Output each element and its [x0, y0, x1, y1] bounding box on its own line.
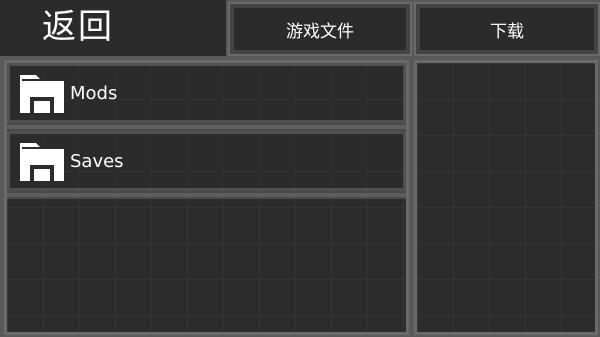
tab-game-files[interactable]: 游戏文件 [228, 2, 412, 56]
tab-download-label: 下载 [490, 21, 524, 42]
folder-label: Mods [70, 82, 118, 104]
folder-item-saves[interactable]: Saves [7, 131, 406, 191]
tab-game-files-label: 游戏文件 [286, 21, 354, 42]
back-button[interactable]: 返回 [0, 0, 226, 56]
file-list: Mods Saves [7, 63, 406, 199]
download-panel [414, 60, 598, 335]
back-label: 返回 [42, 7, 114, 47]
folder-item-mods[interactable]: Mods [7, 63, 406, 123]
folder-icon [20, 143, 64, 181]
file-list-panel: Mods Saves [4, 60, 409, 335]
folder-label: Saves [70, 150, 124, 172]
divider [7, 123, 406, 131]
app-root: 返回 游戏文件 下载 Mods Saves [0, 0, 600, 337]
folder-icon [20, 75, 64, 113]
tab-download[interactable]: 下载 [414, 2, 600, 56]
divider [7, 191, 406, 199]
